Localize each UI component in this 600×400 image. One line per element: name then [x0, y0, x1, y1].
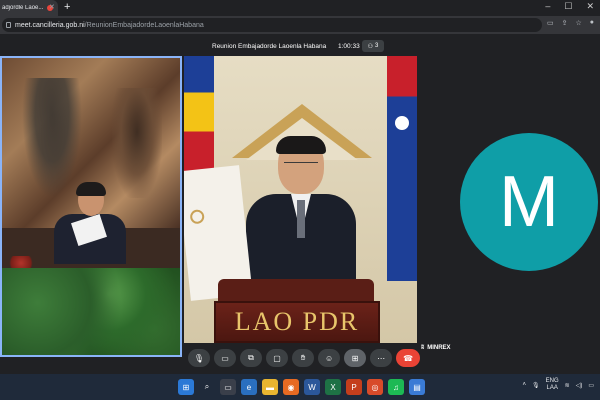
present-icon: ⧉	[248, 353, 254, 362]
layout-grid-button[interactable]: ⊞	[344, 349, 367, 367]
minimize-icon[interactable]: –	[545, 1, 550, 12]
video-tile-minrex[interactable]: M	[419, 56, 600, 346]
participants-count: 3	[375, 43, 379, 49]
browser-tab[interactable]: adjordle Laoe... ✕	[0, 0, 58, 16]
taskbar: ⊞ ⌕ ▭ e ▬ ◉ W X P ◎ ♫ ▤ ˄ 🎙︎ ENG LAA ≋ ◁…	[0, 374, 600, 400]
seal-icon	[189, 209, 205, 225]
start-windows-icon[interactable]: ⊞	[178, 379, 194, 395]
address-bar[interactable]: meet.cancilleria.gob.ni /ReunionEmbajado…	[2, 18, 542, 32]
file-explorer-icon[interactable]: ▬	[262, 379, 278, 395]
maximize-icon[interactable]: ☐	[564, 1, 572, 12]
video-tile-speaker-nicaragua[interactable]	[0, 56, 182, 357]
lao-flag	[387, 56, 417, 281]
lang-bottom: LAA	[546, 385, 558, 391]
volume-icon[interactable]: ◁)	[576, 382, 583, 389]
camera-icon: ▭	[221, 353, 229, 363]
participant-video-center	[246, 136, 356, 288]
bookmark-star-icon[interactable]: ☆	[575, 19, 581, 27]
share-icon[interactable]: ⇪	[562, 19, 568, 27]
lock-icon[interactable]	[6, 22, 11, 28]
lang-top: ENG	[545, 378, 559, 384]
chevron-up-icon[interactable]: ˄	[523, 382, 527, 388]
plaque-text: LAO PDR	[234, 307, 360, 336]
name-plaque: LAO PDR	[214, 301, 380, 343]
search-icon[interactable]: ⌕	[199, 379, 215, 395]
glasses	[284, 162, 318, 168]
close-icon[interactable]: ✕	[49, 3, 55, 11]
chat-button[interactable]: ▢	[266, 349, 289, 367]
asean-flag	[184, 56, 214, 186]
task-view-icon[interactable]: ▭	[220, 379, 236, 395]
cast-icon[interactable]: ▭	[547, 19, 554, 27]
profile-icon[interactable]: ●	[590, 19, 594, 27]
avatar-letter: M	[499, 162, 559, 242]
people-icon: ⚇	[367, 43, 374, 50]
more-options-button[interactable]: ⋯	[370, 349, 393, 367]
plus-icon[interactable]: +	[64, 1, 70, 13]
system-tray: ˄ 🎙︎ ENG LAA ≋ ◁) ▭	[523, 378, 594, 392]
close-window-icon[interactable]: ✕	[586, 1, 594, 12]
taskbar-apps: ⊞ ⌕ ▭ e ▬ ◉ W X P ◎ ♫ ▤	[178, 379, 425, 395]
grid-icon: ⊞	[351, 353, 359, 363]
avatar: M	[460, 133, 598, 271]
chat-icon: ▢	[273, 353, 281, 363]
participant-name-tag: ʬ MINREX	[421, 343, 451, 353]
language-indicator[interactable]: ENG LAA	[546, 378, 559, 392]
mic-tray-icon[interactable]: 🎙︎	[532, 382, 540, 389]
word-icon[interactable]: W	[304, 379, 320, 395]
participants-button[interactable]: ⚇ 3	[362, 40, 384, 52]
powerpoint-icon[interactable]: P	[346, 379, 362, 395]
spotify-icon[interactable]: ♫	[388, 379, 404, 395]
meeting-area: Reunion Embajadorde Laoenla Habana 1:00:…	[0, 34, 600, 374]
tab-title: adjordle Laoe...	[2, 5, 44, 11]
end-call-icon: ☎︎	[403, 353, 414, 363]
mic-button[interactable]: 🎙︎	[188, 349, 211, 367]
plants	[2, 268, 180, 355]
mic-off-icon: ʬ	[421, 345, 425, 351]
toolbar-icons: ▭ ⇪ ☆ ●	[547, 19, 594, 27]
battery-icon[interactable]: ▭	[588, 382, 594, 389]
browser-toolbar: meet.cancilleria.gob.ni /ReunionEmbajado…	[0, 16, 600, 34]
reactions-button[interactable]: ☺	[318, 349, 341, 367]
participant-video-left	[54, 182, 126, 264]
video-tile-speaker-lao[interactable]: LAO PDR	[184, 56, 417, 343]
window-controls: – ☐ ✕	[545, 1, 594, 12]
meeting-timer: 1:00:33	[338, 43, 360, 50]
wifi-icon[interactable]: ≋	[565, 382, 570, 389]
excel-icon[interactable]: X	[325, 379, 341, 395]
firefox-icon[interactable]: ◉	[283, 379, 299, 395]
raise-hand-button[interactable]: ✋︎	[292, 349, 315, 367]
url-path: /ReunionEmbajadordeLaoenlaHabana	[84, 21, 204, 29]
url-host: meet.cancilleria.gob.ni	[15, 21, 85, 29]
notes-icon[interactable]: ▤	[409, 379, 425, 395]
meeting-controls: 🎙︎ ▭ ⧉ ▢ ✋︎ ☺ ⊞ ⋯ ☎︎	[188, 346, 420, 370]
chrome-icon[interactable]: ◎	[367, 379, 383, 395]
mic-icon: 🎙︎	[193, 353, 205, 363]
edge-icon[interactable]: e	[241, 379, 257, 395]
meeting-title: Reunion Embajadorde Laoenla Habana	[212, 43, 327, 50]
present-button[interactable]: ⧉	[240, 349, 263, 367]
browser-tabstrip: adjordle Laoe... ✕ + – ☐ ✕	[0, 0, 600, 16]
raise-hand-icon: ✋︎	[300, 353, 306, 362]
participant-name: MINREX	[427, 345, 451, 351]
more-icon: ⋯	[377, 353, 386, 363]
end-call-button[interactable]: ☎︎	[396, 349, 420, 367]
reactions-icon: ☺	[325, 353, 334, 363]
camera-button[interactable]: ▭	[214, 349, 237, 367]
